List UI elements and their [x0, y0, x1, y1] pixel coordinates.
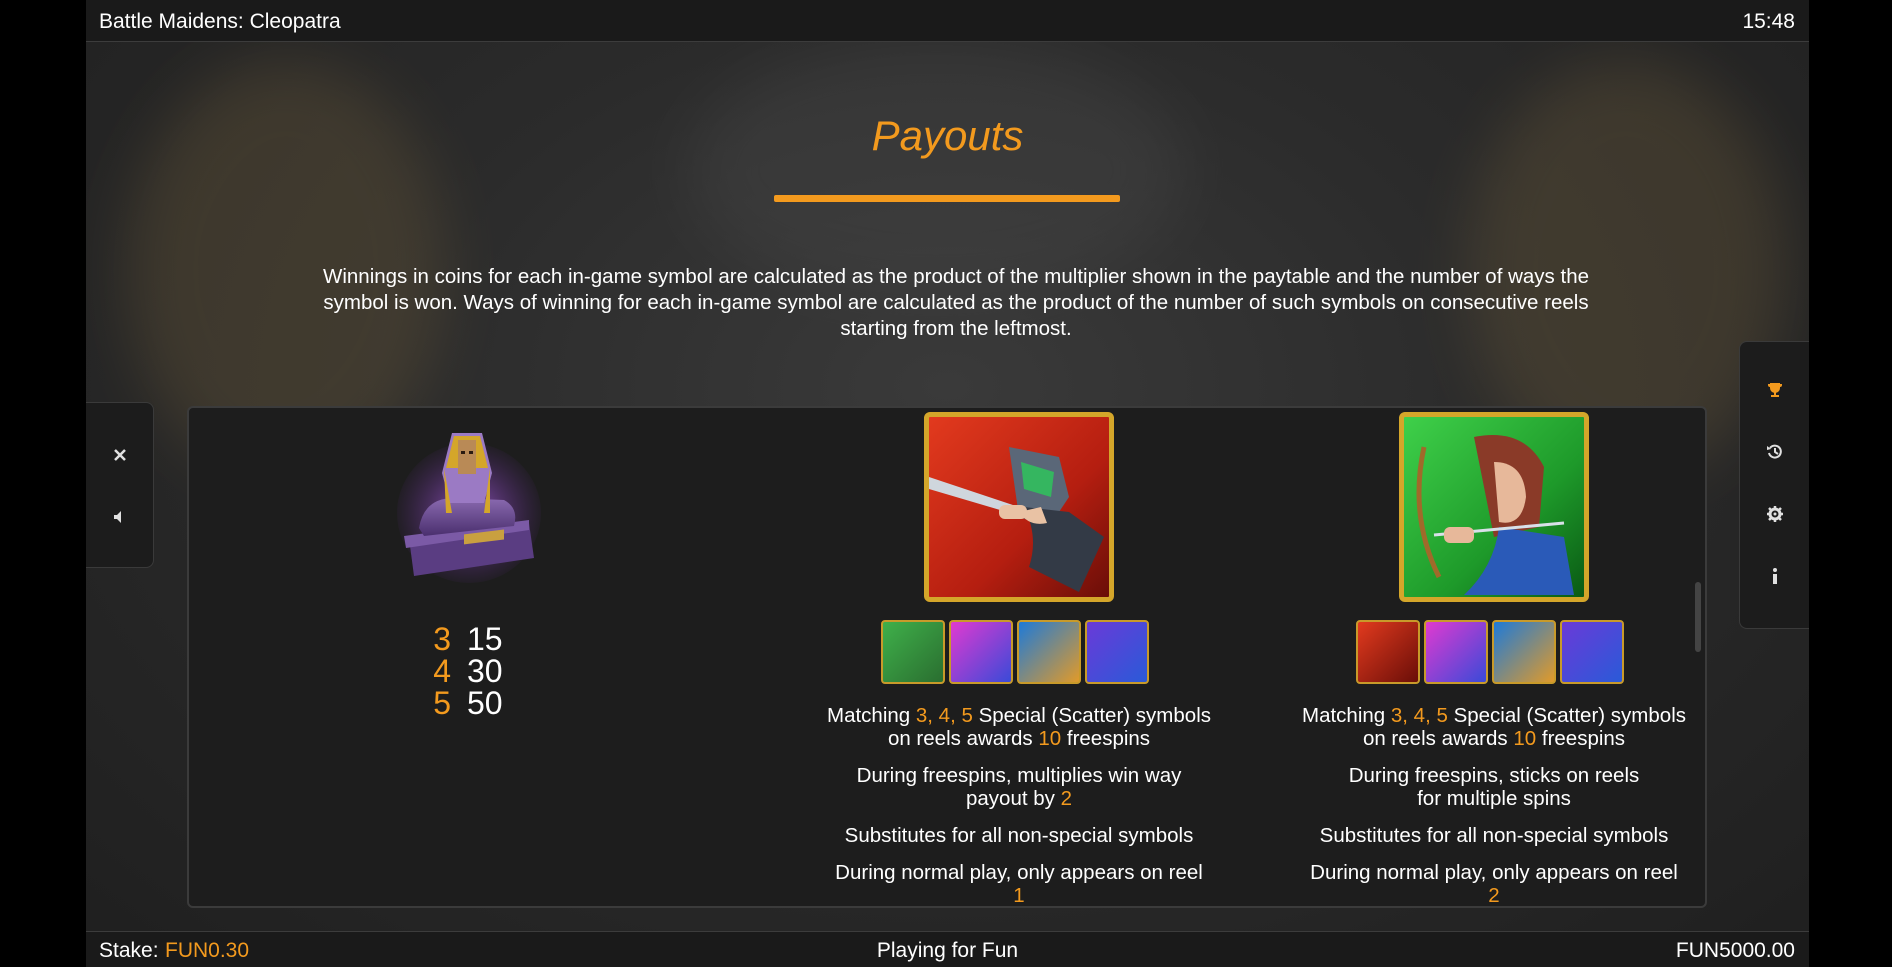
- sphinx-symbol-image: [397, 433, 541, 583]
- game-stage: Battle Maidens: Cleopatra 15:48 Payouts …: [86, 0, 1809, 967]
- settings-icon: [1767, 506, 1783, 522]
- mini-symbol: [1560, 620, 1624, 684]
- mini-symbol: [1356, 620, 1420, 684]
- description-line: Substitutes for all non-special symbols: [844, 824, 1194, 847]
- symbol-description: Matching 3, 4, 5 Special (Scatter) symbo…: [809, 704, 1229, 907]
- sound-icon: [114, 511, 121, 523]
- balance: FUN5000.00: [1675, 939, 1795, 962]
- history-icon: [1767, 444, 1782, 459]
- paytable-panel[interactable]: 3 15 4 30 5 50 Matching 3, 4, 5 Special …: [187, 406, 1707, 908]
- mini-symbol: [1017, 620, 1081, 684]
- mini-symbol: [949, 620, 1013, 684]
- page-title: Payouts: [871, 112, 1024, 159]
- warrior-green-symbol-image: [1399, 412, 1589, 602]
- payout-value: 50: [467, 685, 503, 721]
- background-decoration: [686, 40, 1186, 300]
- paytable-button[interactable]: [1755, 370, 1795, 410]
- sound-button[interactable]: [100, 497, 140, 537]
- payout-count: 5: [433, 685, 451, 721]
- play-mode-text: Playing for Fun: [876, 939, 1019, 962]
- game-title: Battle Maidens: Cleopatra: [99, 10, 341, 33]
- payout-row: 4 30: [259, 655, 679, 687]
- description-line: During freespins, sticks on reels for mu…: [1348, 764, 1640, 810]
- description-line: During normal play, only appears on reel…: [1310, 861, 1678, 907]
- right-control-panel: [1739, 341, 1809, 629]
- payout-row: 3 15: [259, 623, 679, 655]
- scatter-symbol-row: [1356, 620, 1624, 684]
- description-line: During normal play, only appears on reel…: [835, 861, 1203, 907]
- mini-symbol: [1085, 620, 1149, 684]
- description-line: Substitutes for all non-special symbols: [1319, 824, 1669, 847]
- mini-symbol: [1424, 620, 1488, 684]
- mini-symbol: [1492, 620, 1556, 684]
- scatter-symbol-row: [881, 620, 1149, 684]
- trophy-icon: [1768, 383, 1782, 397]
- close-icon: [114, 449, 126, 461]
- settings-button[interactable]: [1755, 494, 1795, 534]
- top-bar: Battle Maidens: Cleopatra 15:48: [86, 0, 1809, 42]
- title-underline: [774, 195, 1120, 202]
- description-line: Matching 3, 4, 5 Special (Scatter) symbo…: [827, 704, 1211, 750]
- payout-value: 30: [467, 653, 503, 689]
- close-button[interactable]: [100, 435, 140, 475]
- bottom-bar: Stake: FUN0.30 Playing for Fun FUN5000.0…: [86, 931, 1809, 967]
- info-icon: [1773, 568, 1777, 584]
- intro-text: Winnings in coins for each in-game symbo…: [323, 265, 1589, 340]
- description-line: Matching 3, 4, 5 Special (Scatter) symbo…: [1302, 704, 1686, 750]
- history-button[interactable]: [1755, 432, 1795, 472]
- mini-symbol: [881, 620, 945, 684]
- payout-count: 3: [433, 621, 451, 657]
- payout-row: 5 50: [259, 687, 679, 719]
- symbol-description: Matching 3, 4, 5 Special (Scatter) symbo…: [1284, 704, 1704, 907]
- warrior-red-symbol-image: [924, 412, 1114, 602]
- payout-value: 15: [467, 621, 503, 657]
- description-line: During freespins, multiplies win way pay…: [856, 764, 1182, 810]
- clock: 15:48: [1742, 10, 1795, 33]
- left-control-panel: [86, 402, 154, 568]
- scrollbar[interactable]: [1695, 582, 1701, 652]
- info-button[interactable]: [1755, 556, 1795, 596]
- payout-count: 4: [433, 653, 451, 689]
